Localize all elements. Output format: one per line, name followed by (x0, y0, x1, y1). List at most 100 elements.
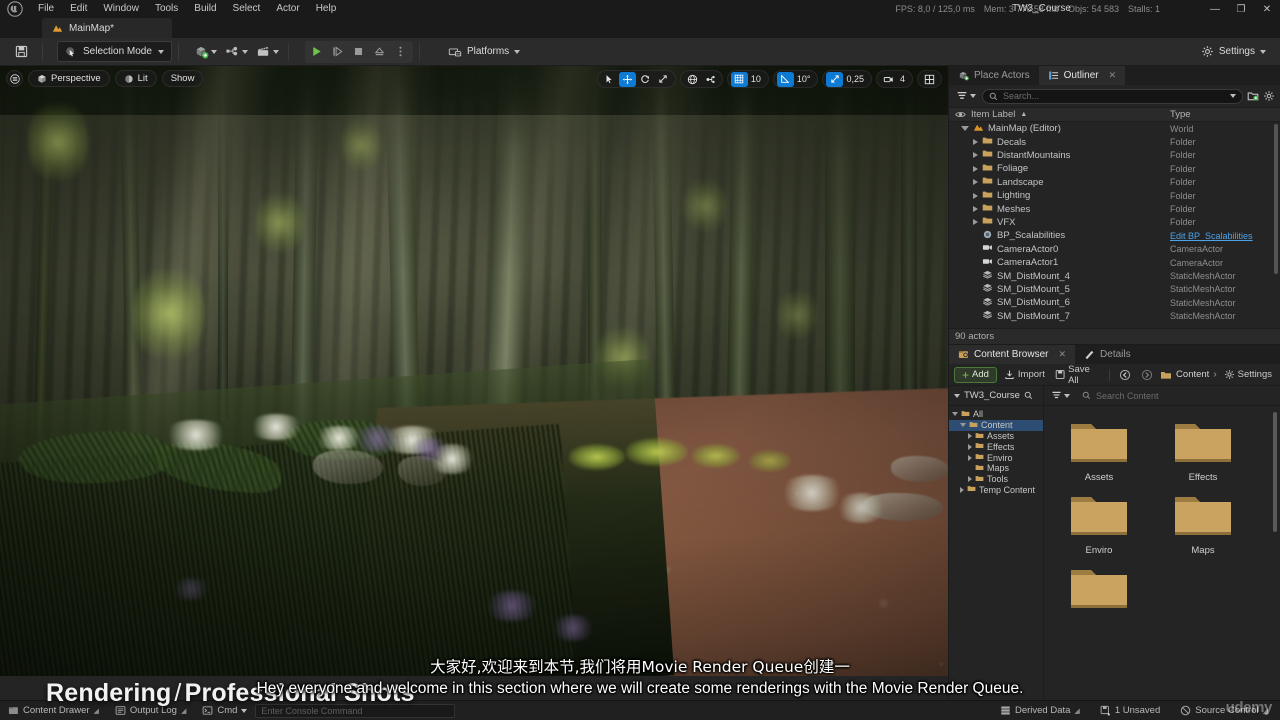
tab-outliner[interactable]: Outliner ✕ (1038, 66, 1126, 85)
tab-mainmap[interactable]: MainMap* (42, 18, 172, 38)
content-source-tree[interactable]: All Content Assets Effects Enviro Maps Tools Te… (949, 406, 1044, 720)
content-tree-node[interactable]: Temp Content (949, 485, 1043, 496)
unsaved-button[interactable]: 1 Unsaved (1092, 703, 1168, 719)
expand-arrow-icon[interactable] (973, 139, 978, 146)
content-tree-node[interactable]: Effects (949, 441, 1043, 452)
expand-arrow-icon[interactable] (961, 126, 969, 132)
content-tree-node[interactable]: All (949, 409, 1043, 420)
outliner-row[interactable]: CameraActor0 CameraActor (949, 243, 1280, 256)
viewport-show-button[interactable]: Show (161, 70, 204, 87)
scale-snap-toggle[interactable] (826, 71, 844, 87)
move-tool-button[interactable] (618, 71, 636, 87)
menu-item-file[interactable]: File (30, 0, 62, 18)
expand-arrow-icon[interactable] (968, 454, 972, 461)
menu-item-select[interactable]: Select (225, 0, 269, 18)
outliner-row[interactable]: SM_DistMount_5 StaticMeshActor (949, 283, 1280, 296)
expand-arrow-icon[interactable] (968, 476, 972, 483)
breadcrumb-chevron-icon[interactable]: › (1213, 369, 1216, 380)
console-command-input[interactable]: Enter Console Command (255, 703, 456, 718)
save-button[interactable] (6, 41, 36, 63)
import-button[interactable]: Import (1001, 367, 1048, 383)
content-grid-scrollbar[interactable] (1273, 412, 1277, 532)
expand-arrow-icon[interactable] (968, 443, 972, 450)
minimize-button[interactable]: — (1202, 0, 1228, 18)
outliner-row[interactable]: Decals Folder (949, 135, 1280, 148)
stop-button[interactable] (349, 42, 369, 62)
content-breadcrumb[interactable]: Content › (1160, 369, 1217, 381)
tab-details[interactable]: Details (1075, 345, 1140, 364)
menu-item-actor[interactable]: Actor (268, 0, 307, 18)
cinematics-button[interactable] (253, 41, 282, 63)
nav-back-button[interactable] (1116, 367, 1134, 383)
content-asset-item[interactable]: Enviro (1058, 491, 1140, 556)
outliner-row[interactable]: CameraActor1 CameraActor (949, 256, 1280, 269)
menu-item-help[interactable]: Help (308, 0, 345, 18)
outliner-row-type[interactable]: Edit BP_Scalabilities (1170, 231, 1280, 241)
chevron-down-icon-search[interactable] (1230, 94, 1236, 98)
blueprint-button[interactable] (222, 41, 251, 63)
viewport-viewmode-button[interactable]: Lit (114, 70, 157, 87)
outliner-search-input[interactable]: Search... (982, 88, 1243, 104)
content-tree-node[interactable]: Tools (949, 474, 1043, 485)
outliner-row[interactable]: SM_DistMount_6 StaticMeshActor (949, 296, 1280, 309)
play-button[interactable] (307, 42, 327, 62)
select-tool-button[interactable] (601, 72, 618, 87)
tab-place-actors[interactable]: Place Actors (949, 66, 1039, 85)
rotate-tool-button[interactable] (637, 72, 654, 87)
source-control-button[interactable]: Source Control ◢ (1172, 703, 1276, 719)
content-asset-item[interactable] (1058, 564, 1140, 618)
content-tree-node[interactable]: Assets (949, 431, 1043, 442)
eject-button[interactable] (370, 42, 390, 62)
content-settings-button[interactable]: Settings (1221, 367, 1275, 383)
outliner-row[interactable]: BP_Scalabilities Edit BP_Scalabilities (949, 229, 1280, 242)
nav-forward-button[interactable] (1138, 367, 1156, 383)
outliner-row[interactable]: Lighting Folder (949, 189, 1280, 202)
close-button[interactable]: ✕ (1254, 0, 1280, 18)
angle-snap-toggle[interactable] (776, 71, 794, 87)
outliner-column-label[interactable]: Item Label (971, 109, 1015, 120)
scale-snap-value[interactable]: 0,25 (844, 74, 868, 84)
level-viewport[interactable]: Perspective Lit Show 10 10° 0,25 4 (0, 66, 948, 676)
content-asset-grid[interactable]: Assets Effects Enviro Maps (1044, 406, 1280, 720)
menu-item-build[interactable]: Build (186, 0, 224, 18)
content-tree-node[interactable]: Maps (949, 463, 1043, 474)
outliner-row[interactable]: VFX Folder (949, 216, 1280, 229)
menu-item-tools[interactable]: Tools (147, 0, 186, 18)
outliner-row[interactable]: Landscape Folder (949, 176, 1280, 189)
outliner-row-list[interactable]: MainMap (Editor) World Decals Folder Distant… (949, 122, 1280, 326)
maximize-button[interactable]: ❐ (1228, 0, 1254, 18)
expand-arrow-icon[interactable] (973, 152, 978, 159)
content-tree-node[interactable]: Enviro (949, 452, 1043, 463)
outliner-row[interactable]: Foliage Folder (949, 162, 1280, 175)
add-content-button[interactable]: + Add (954, 366, 997, 383)
expand-arrow-icon[interactable] (973, 206, 978, 213)
more-options-button[interactable] (391, 42, 411, 62)
content-asset-item[interactable]: Effects (1162, 418, 1244, 483)
outliner-row[interactable]: SM_DistMount_7 StaticMeshActor (949, 309, 1280, 322)
add-actor-button[interactable] (191, 41, 220, 63)
expand-arrow-icon[interactable] (968, 432, 972, 439)
camera-speed-value[interactable]: 4 (898, 74, 909, 84)
content-asset-item[interactable]: Assets (1058, 418, 1140, 483)
outliner-column-type[interactable]: Type (1170, 109, 1280, 120)
content-tree-node[interactable]: Content (949, 419, 1043, 431)
gear-icon-outliner[interactable] (1263, 90, 1275, 102)
content-search-input[interactable]: Search Content (1076, 389, 1275, 403)
grid-snap-value[interactable]: 10 (749, 74, 765, 84)
grid-snap-toggle[interactable] (730, 71, 748, 87)
outliner-scrollbar[interactable] (1274, 124, 1278, 274)
content-source-dropdown[interactable]: TW3_Course (949, 386, 1044, 405)
viewport-layout-button[interactable] (921, 72, 938, 87)
content-filter-button[interactable] (1049, 390, 1072, 401)
output-log-button[interactable]: Output Log ◢ (107, 703, 194, 719)
outliner-filter-button[interactable] (954, 90, 978, 102)
add-folder-icon[interactable] (1247, 90, 1259, 102)
viewport-menu-button[interactable] (6, 70, 23, 87)
toolbar-settings-dropdown[interactable]: Settings (1195, 41, 1272, 63)
surface-snap-button[interactable] (702, 72, 719, 87)
content-asset-item[interactable]: Maps (1162, 491, 1244, 556)
outliner-row[interactable]: SM_DistMount_4 StaticMeshActor (949, 269, 1280, 282)
derived-data-button[interactable]: Derived Data ◢ (992, 703, 1088, 719)
eye-icon[interactable] (955, 109, 966, 120)
expand-arrow-icon[interactable] (960, 486, 964, 493)
